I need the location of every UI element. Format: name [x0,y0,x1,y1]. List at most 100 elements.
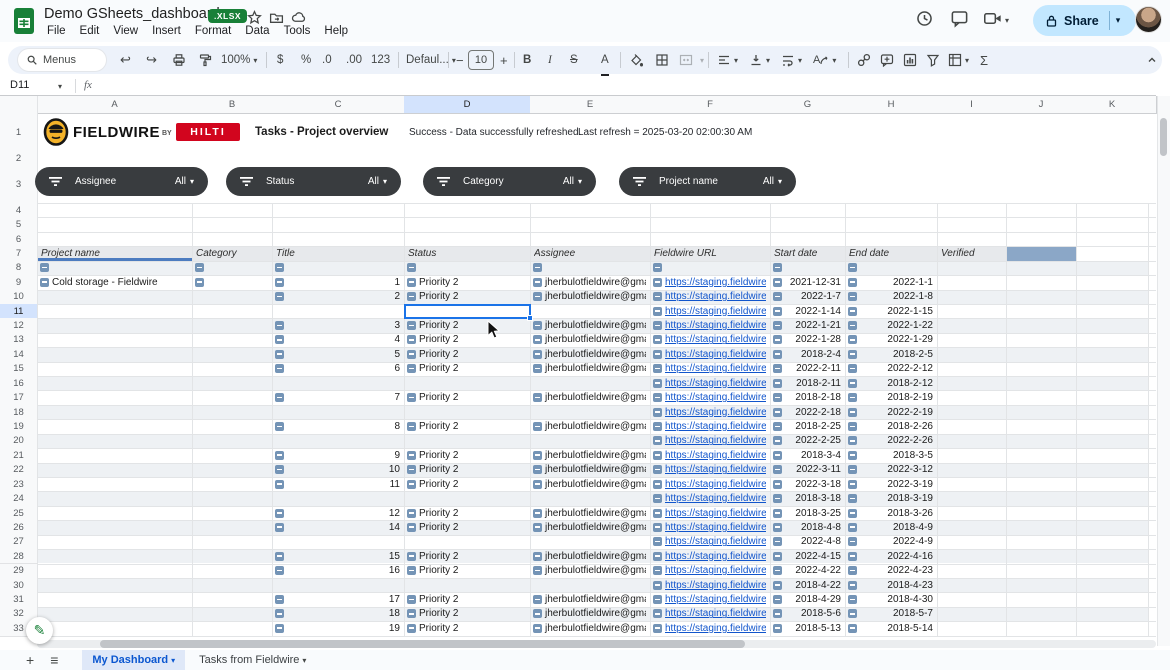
cell-H18[interactable]: 2022-2-19 [848,406,933,417]
cell-C21[interactable]: 9 [275,450,400,461]
cell-E28[interactable]: jherbulotfieldwire@gmail. [533,551,646,562]
cell-C15[interactable]: 6 [275,363,400,374]
data-chip-icon[interactable] [653,624,662,633]
edit-pencil-fab[interactable]: ✎ [26,617,53,644]
data-chip-icon[interactable] [653,335,662,344]
cell-G28[interactable]: 2022-4-15 [773,551,841,562]
cell-G12[interactable]: 2022-1-21 [773,320,841,331]
cell-F11[interactable]: https://staging.fieldwire.c [653,305,766,316]
cell-G21[interactable]: 2018-3-4 [773,450,841,461]
cell-D28[interactable]: Priority 2 [407,551,526,562]
cell-D21[interactable]: Priority 2 [407,450,526,461]
text-rotation-button[interactable]: A▾ [813,46,836,74]
data-chip-icon[interactable] [848,509,857,518]
horizontal-align-button[interactable]: ▾ [717,46,738,74]
sheet-tab-my-dashboard[interactable]: My Dashboard▾ [82,650,185,670]
cell-G31[interactable]: 2018-4-29 [773,594,841,605]
cell-D25[interactable]: Priority 2 [407,507,526,518]
cell-H10[interactable]: 2022-1-8 [848,291,933,302]
data-chip-icon[interactable] [773,480,782,489]
data-chip-icon[interactable] [773,364,782,373]
data-chip-icon[interactable] [40,263,49,272]
text-wrap-button[interactable]: ▾ [781,46,802,74]
data-chip-icon[interactable] [848,278,857,287]
insert-chart-button[interactable] [903,46,917,74]
data-chip-icon[interactable] [848,364,857,373]
add-sheet-button[interactable]: + [26,652,34,668]
cell-G25[interactable]: 2018-3-25 [773,507,841,518]
menu-format[interactable]: Format [188,24,238,38]
menu-insert[interactable]: Insert [145,24,188,38]
menu-file[interactable]: File [40,24,73,38]
zoom-select[interactable]: 100%▾ [221,46,257,74]
data-chip-icon[interactable] [533,350,542,359]
cell-F13[interactable]: https://staging.fieldwire.c [653,334,766,345]
data-chip-icon[interactable] [848,263,857,272]
cell-C26[interactable]: 14 [275,522,400,533]
data-chip-icon[interactable] [533,609,542,618]
data-chip-icon[interactable] [848,595,857,604]
cell-G10[interactable]: 2022-1-7 [773,291,841,302]
data-chip-icon[interactable] [848,552,857,561]
data-chip-icon[interactable] [533,263,542,272]
data-chip-icon[interactable] [773,335,782,344]
name-box-caret-icon[interactable]: ▾ [58,82,62,91]
data-chip-icon[interactable] [773,624,782,633]
data-chip-icon[interactable] [275,393,284,402]
row-header-3[interactable]: 3 [0,165,38,204]
create-filter-button[interactable] [926,46,940,74]
cell-D17[interactable]: Priority 2 [407,392,526,403]
data-chip-icon[interactable] [533,292,542,301]
cell-F17[interactable]: https://staging.fieldwire.c [653,392,766,403]
share-button[interactable]: Share ▾ [1033,5,1136,36]
data-chip-icon[interactable] [40,278,49,287]
fieldwire-url-link[interactable]: https://staging.fieldwire.c [665,479,766,490]
data-chip-icon[interactable] [773,350,782,359]
data-chip-icon[interactable] [407,278,416,287]
cell-H19[interactable]: 2018-2-26 [848,421,933,432]
data-chip-icon[interactable] [533,393,542,402]
data-chip-icon[interactable] [275,263,284,272]
filter-pill-status[interactable]: StatusAll▾ [226,167,401,196]
data-chip-icon[interactable] [653,566,662,575]
cell-G30[interactable]: 2018-4-22 [773,579,841,590]
cell-G29[interactable]: 2022-4-22 [773,565,841,576]
data-chip-icon[interactable] [653,321,662,330]
data-chip-icon[interactable] [773,292,782,301]
cell-D31[interactable]: Priority 2 [407,594,526,605]
menu-tools[interactable]: Tools [277,24,318,38]
fieldwire-url-link[interactable]: https://staging.fieldwire.c [665,450,766,461]
cell-H20[interactable]: 2022-2-26 [848,435,933,446]
data-chip-icon[interactable] [848,408,857,417]
cell-H33[interactable]: 2018-5-14 [848,623,933,634]
cell-C29[interactable]: 16 [275,565,400,576]
cell-C14[interactable]: 5 [275,349,400,360]
cell-D9[interactable]: Priority 2 [407,277,526,288]
cell-E22[interactable]: jherbulotfieldwire@gmail. [533,464,646,475]
cell-C13[interactable]: 4 [275,334,400,345]
cell-H22[interactable]: 2022-3-12 [848,464,933,475]
data-chip-icon[interactable] [275,335,284,344]
cell-E14[interactable]: jherbulotfieldwire@gmail. [533,349,646,360]
document-title[interactable]: Demo GSheets_dashboard [44,6,220,22]
data-chip-icon[interactable] [407,292,416,301]
row-header-21[interactable]: 21 [0,448,38,463]
all-sheets-button[interactable]: ≡ [50,652,58,668]
data-chip-icon[interactable] [533,552,542,561]
fieldwire-url-link[interactable]: https://staging.fieldwire.c [665,392,766,403]
fieldwire-url-link[interactable]: https://staging.fieldwire.c [665,565,766,576]
cell-D32[interactable]: Priority 2 [407,608,526,619]
cell-C23[interactable]: 11 [275,478,400,489]
print-button[interactable] [172,46,186,74]
cell-B8[interactable] [195,262,268,273]
cell-E26[interactable]: jherbulotfieldwire@gmail. [533,522,646,533]
data-chip-icon[interactable] [533,335,542,344]
cell-E19[interactable]: jherbulotfieldwire@gmail. [533,421,646,432]
cell-F30[interactable]: https://staging.fieldwire.c [653,579,766,590]
row-header-23[interactable]: 23 [0,477,38,492]
data-chip-icon[interactable] [653,465,662,474]
data-chip-icon[interactable] [773,408,782,417]
fieldwire-url-link[interactable]: https://staging.fieldwire.c [665,277,766,288]
data-chip-icon[interactable] [653,581,662,590]
cell-F12[interactable]: https://staging.fieldwire.c [653,320,766,331]
